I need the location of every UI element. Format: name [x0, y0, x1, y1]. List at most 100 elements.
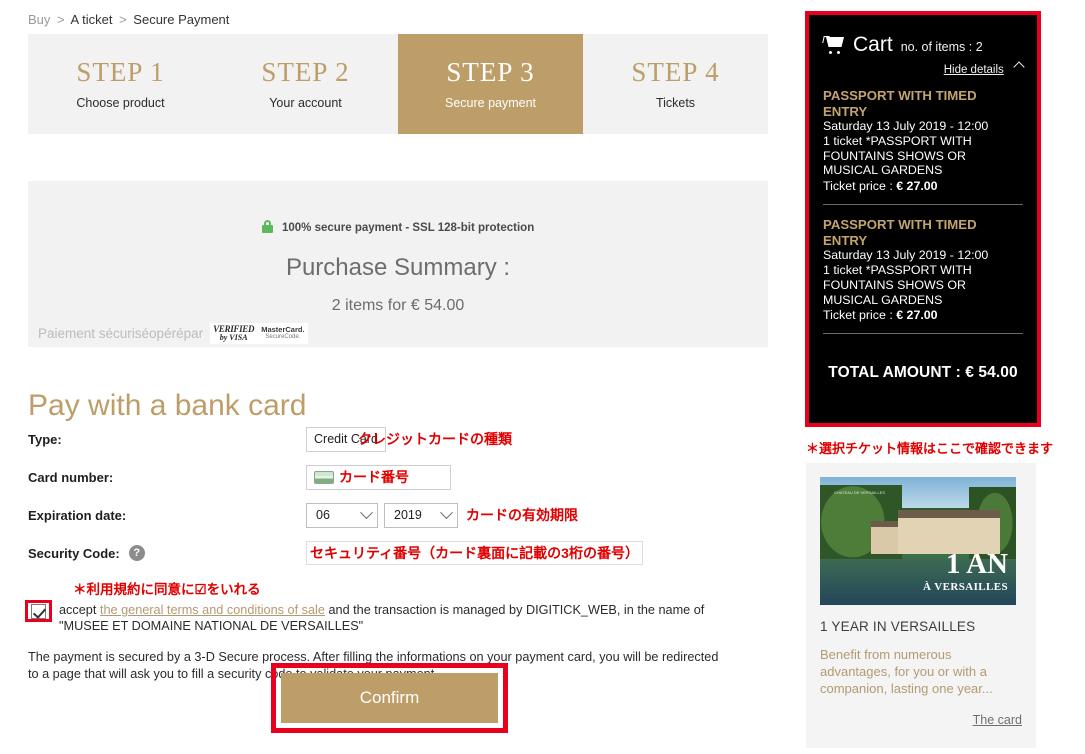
mastercard-securecode-logo: MasterCard. SecureCode. — [261, 324, 305, 342]
terms-and-conditions-link[interactable]: the general terms and conditions of sale — [100, 603, 325, 617]
breadcrumb-item-a-ticket[interactable]: A ticket — [71, 12, 113, 27]
purchase-summary-title: Purchase Summary : — [285, 254, 511, 281]
visa-logo-line2: by VISA — [219, 333, 248, 342]
help-icon[interactable]: ? — [128, 545, 145, 561]
breadcrumb-root[interactable]: Buy — [28, 12, 50, 27]
step-2-subtitle: Your account — [269, 96, 342, 111]
cart-item-price: € 27.00 — [896, 308, 938, 323]
cart-item-price-label: Ticket price : — [823, 308, 897, 323]
card-type-row: Type: Credit Card クレジットカードの種類 — [28, 420, 788, 458]
cart-item-date: Saturday 13 July 2019 - 12:00 — [823, 119, 989, 134]
promo-link-row: The card — [820, 713, 1022, 727]
terms-checkbox-highlight — [25, 600, 52, 622]
cart-item-name: PASSPORT WITH TIMED ENTRY — [823, 217, 977, 248]
promo-title: 1 YEAR IN VERSAILLES — [820, 619, 976, 634]
card-number-annotation: カード番号 — [339, 469, 409, 485]
security-code-label: Security Code: ? — [28, 545, 306, 561]
page-title: Pay with a bank card — [28, 388, 307, 422]
expiration-date-row: Expiration date: 06 2019 カードの有効期限 — [28, 496, 788, 534]
step-4-title: STEP 4 — [631, 56, 720, 87]
verified-by-visa-logo: VERIFIED by VISA — [213, 325, 254, 342]
cart-item-price: € 27.00 — [896, 179, 938, 194]
cart-item: PASSPORT WITH TIMED ENTRY Saturday 13 Ju… — [823, 88, 1023, 193]
step-1-title: STEP 1 — [76, 56, 165, 87]
promo-image: CHATEAU DE VERSAILLES 1 AN À VERSAILLES — [820, 477, 1016, 605]
hide-details-label: Hide details — [943, 64, 1004, 76]
payment-partner-logos: VERIFIED by VISA MasterCard. SecureCode. — [210, 323, 308, 344]
cart-panel: Cart no. of items : 2 Hide details PASSP… — [809, 15, 1037, 423]
cart-divider — [823, 204, 1023, 206]
expiration-year-value: 2019 — [394, 508, 422, 522]
card-type-label: Type: — [28, 431, 62, 447]
cart-item-count: no. of items : 2 — [900, 40, 983, 54]
expiration-month-select[interactable]: 06 — [306, 502, 378, 528]
expiration-year-select[interactable]: 2019 — [384, 502, 458, 528]
cart-item-date: Saturday 13 July 2019 - 12:00 — [823, 248, 989, 263]
ssl-security-line: 100% secure payment - SSL 128-bit protec… — [28, 220, 768, 234]
promo-image-caption: CHATEAU DE VERSAILLES — [834, 490, 886, 495]
chevron-up-icon — [1013, 61, 1025, 73]
cart-item-price-row: Ticket price : € 27.00 — [823, 308, 1023, 322]
step-4-tickets[interactable]: STEP 4 Tickets — [583, 34, 768, 134]
cart-item: PASSPORT WITH TIMED ENTRY Saturday 13 Ju… — [823, 217, 1023, 322]
security-code-annotation: セキュリティ番号（カード裏面に記載の3桁の番号） — [310, 545, 639, 561]
promo-card[interactable]: CHATEAU DE VERSAILLES 1 AN À VERSAILLES … — [806, 463, 1036, 748]
cart-header: Cart no. of items : 2 — [822, 33, 1023, 57]
purchase-summary-items: 2 items for € 54.00 — [331, 297, 465, 314]
cart-title: Cart — [853, 33, 893, 56]
expiration-date-annotation: カードの有効期限 — [466, 507, 578, 523]
credit-card-icon — [314, 470, 334, 484]
chevron-down-icon — [360, 505, 373, 519]
step-1-choose-product[interactable]: STEP 1 Choose product — [28, 34, 213, 134]
cart-divider — [823, 333, 1023, 335]
promo-the-card-link[interactable]: The card — [973, 713, 1022, 727]
promo-description: Benefit from numerous advantages, for yo… — [820, 647, 993, 697]
breadcrumb-separator-1: > — [57, 12, 65, 27]
cart-annotation: ＊選択チケット情報はここで確認できます — [806, 441, 1054, 456]
cart-total-amount: TOTAL AMOUNT : € 54.00 — [828, 364, 1018, 382]
security-code-label-text: Security Code: — [28, 545, 120, 561]
cart-item-description: 1 ticket *PASSPORT WITH FOUNTAINS SHOWS … — [823, 263, 972, 307]
security-code-input[interactable]: セキュリティ番号（カード裏面に記載の3桁の番号） — [306, 541, 643, 565]
step-3-title: STEP 3 — [446, 56, 535, 87]
terms-checkbox[interactable] — [31, 603, 46, 619]
terms-annotation: ＊利用規約に同意に☑をいれる — [73, 582, 261, 597]
purchase-summary-panel: 100% secure payment - SSL 128-bit protec… — [28, 181, 768, 347]
shopping-cart-icon — [822, 36, 845, 54]
breadcrumb: Buy > A ticket > Secure Payment — [28, 12, 229, 27]
expiration-date-label: Expiration date: — [28, 507, 127, 523]
payment-secured-row: Paiement sécuriséopérépar VERIFIED by VI… — [38, 323, 308, 344]
payment-form: Type: Credit Card クレジットカードの種類 Card numbe… — [28, 420, 788, 572]
promo-image-badge-2: À VERSAILLES — [923, 581, 1008, 593]
cart-panel-highlight: Cart no. of items : 2 Hide details PASSP… — [805, 11, 1041, 427]
card-number-label: Card number: — [28, 469, 114, 485]
confirm-button-highlight: Confirm — [271, 663, 508, 733]
cart-item-description: 1 ticket *PASSPORT WITH FOUNTAINS SHOWS … — [823, 133, 972, 178]
step-2-title: STEP 2 — [261, 56, 350, 87]
mc-logo-line1: MasterCard. — [261, 324, 305, 334]
step-4-subtitle: Tickets — [655, 96, 696, 111]
step-3-secure-payment[interactable]: STEP 3 Secure payment — [398, 34, 583, 134]
confirm-button[interactable]: Confirm — [281, 673, 498, 723]
ssl-security-text: 100% secure payment - SSL 128-bit protec… — [281, 222, 535, 234]
terms-text-before: accept — [59, 603, 97, 617]
card-type-annotation: クレジットカードの種類 — [358, 431, 512, 447]
step-2-your-account[interactable]: STEP 2 Your account — [213, 34, 398, 134]
promo-image-badge-1: 1 AN — [945, 548, 1008, 580]
step-1-subtitle: Choose product — [76, 96, 165, 111]
lock-icon — [261, 220, 273, 233]
mc-logo-line2: SecureCode. — [265, 334, 301, 341]
terms-accept-text: accept the general terms and conditions … — [59, 602, 748, 635]
secure-payment-page: Buy > A ticket > Secure Payment STEP 1 C… — [0, 0, 1085, 754]
expiration-month-value: 06 — [316, 508, 330, 522]
cart-item-price-row: Ticket price : € 27.00 — [823, 179, 1023, 193]
card-number-row: Card number: カード番号 — [28, 458, 788, 496]
breadcrumb-separator-2: > — [119, 12, 127, 27]
hide-details-toggle[interactable]: Hide details — [823, 61, 1025, 76]
cart-item-name: PASSPORT WITH TIMED ENTRY — [823, 88, 977, 119]
checkout-stepper: STEP 1 Choose product STEP 2 Your accoun… — [28, 34, 768, 134]
payment-secured-label: Paiement sécuriséopérépar — [38, 326, 204, 341]
chevron-down-icon — [440, 505, 453, 519]
step-3-subtitle: Secure payment — [444, 96, 537, 111]
terms-accept-row: accept the general terms and conditions … — [25, 600, 748, 635]
